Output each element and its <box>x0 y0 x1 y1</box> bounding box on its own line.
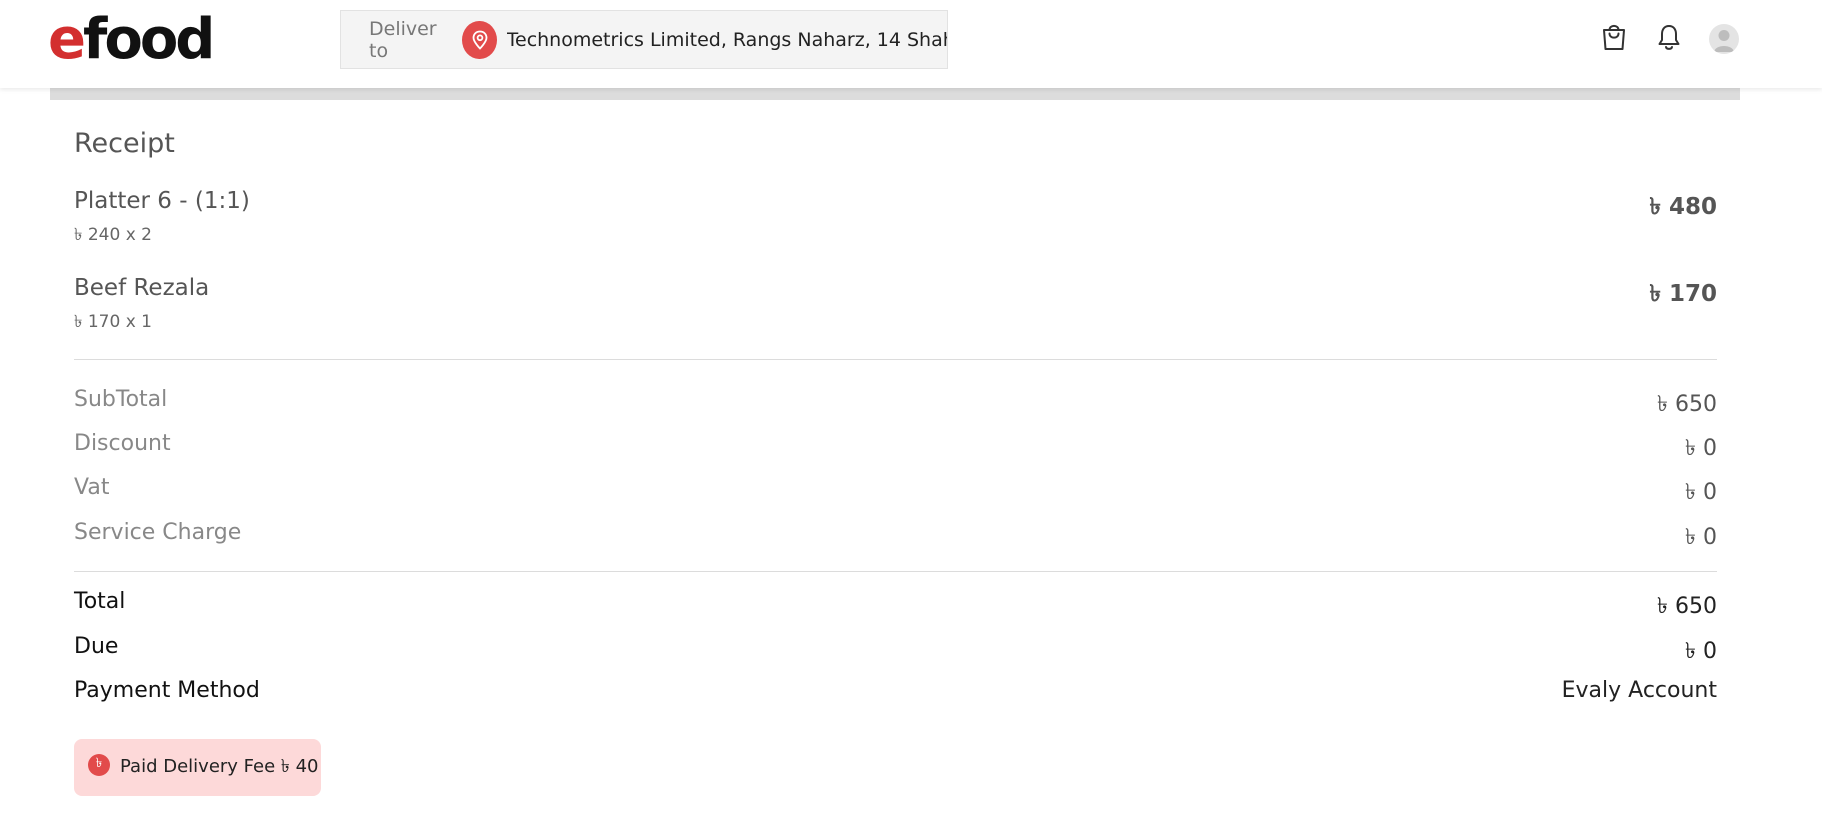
item-total-price: ৳ 480 <box>1649 194 1717 220</box>
logo-e: e <box>48 7 86 72</box>
service-charge-row: Service Charge ৳ 0 <box>74 520 1717 550</box>
subtotal-label: SubTotal <box>74 387 168 412</box>
vat-label: Vat <box>74 475 110 500</box>
location-pin-icon <box>462 20 497 59</box>
due-row: Due ৳ 0 <box>74 634 1717 664</box>
item-name: Beef Rezala <box>74 275 210 301</box>
vat-row: Vat ৳ 0 <box>74 475 1717 505</box>
discount-row: Discount ৳ 0 <box>74 431 1717 461</box>
avatar-icon[interactable] <box>1709 24 1739 54</box>
service-charge-value: ৳ 0 <box>1685 525 1717 550</box>
paid-delivery-fee-badge: ৳ Paid Delivery Fee ৳ 40 <box>74 739 321 796</box>
bell-icon[interactable] <box>1654 22 1684 52</box>
cart-icon[interactable] <box>1599 22 1629 52</box>
subtotal-row: SubTotal ৳ 650 <box>74 387 1717 417</box>
delivery-address-selector[interactable]: Deliver to Technometrics Limited, Rangs … <box>340 10 948 69</box>
total-value: ৳ 650 <box>1657 594 1717 619</box>
item-total-price: ৳ 170 <box>1649 281 1717 307</box>
service-charge-label: Service Charge <box>74 520 242 545</box>
due-value: ৳ 0 <box>1685 639 1717 664</box>
delivery-address: Technometrics Limited, Rangs Naharz, 14 … <box>506 28 947 51</box>
section-top-strip <box>50 88 1740 100</box>
total-row: Total ৳ 650 <box>74 589 1717 619</box>
item-name: Platter 6 - (1:1) <box>74 188 250 214</box>
item-unit-price: ৳ 170 x 1 <box>74 312 153 332</box>
discount-label: Discount <box>74 431 171 456</box>
efood-logo[interactable]: efood <box>48 7 215 72</box>
payment-method-row: Payment Method Evaly Account <box>74 678 1717 708</box>
divider <box>74 571 1717 572</box>
payment-method-label: Payment Method <box>74 678 260 703</box>
top-navbar: efood Deliver to Technometrics Limited, … <box>0 0 1822 88</box>
receipt-title: Receipt <box>74 128 175 159</box>
due-label: Due <box>74 634 119 659</box>
deliver-to-label: Deliver to <box>369 17 437 62</box>
total-label: Total <box>74 589 126 614</box>
item-unit-price: ৳ 240 x 2 <box>74 225 153 245</box>
logo-food: food <box>82 7 215 72</box>
discount-value: ৳ 0 <box>1685 436 1717 461</box>
paid-delivery-fee-text: Paid Delivery Fee ৳ 40 <box>120 756 319 777</box>
divider <box>74 359 1717 360</box>
taka-coin-icon: ৳ <box>88 753 110 776</box>
subtotal-value: ৳ 650 <box>1657 392 1717 417</box>
vat-value: ৳ 0 <box>1685 480 1717 505</box>
payment-method-value: Evaly Account <box>1561 678 1717 703</box>
